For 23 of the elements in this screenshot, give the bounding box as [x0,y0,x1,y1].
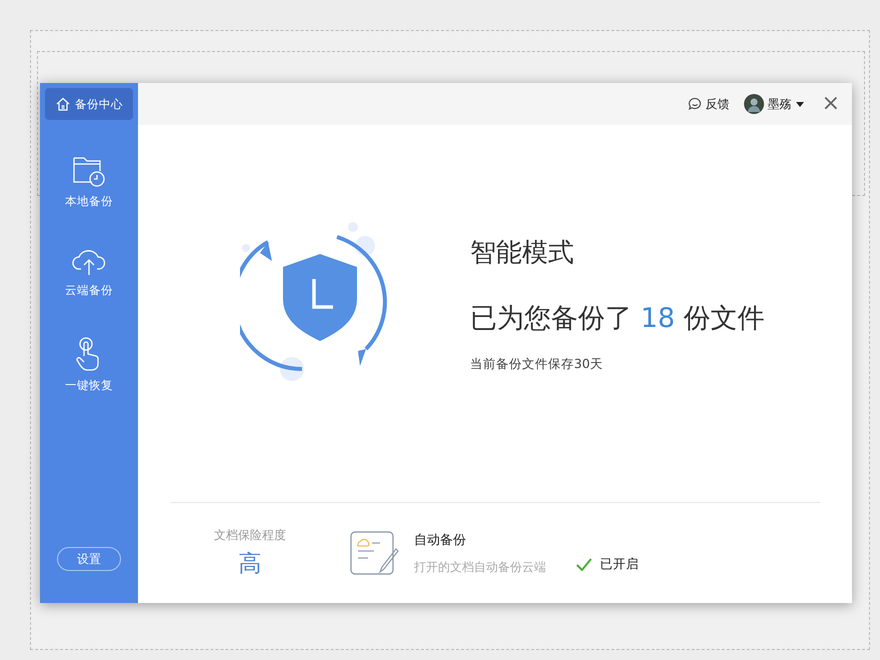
backup-center-tab[interactable]: 备份中心 [45,88,133,120]
sidebar-item[interactable]: 本地备份 [49,152,129,213]
mode-title: 智能模式 [470,236,575,270]
speech-bubble-icon [688,97,702,111]
retention-note: 当前备份文件保存30天 [470,356,604,372]
folder-clock-icon [72,156,106,188]
caret-icon [796,102,804,106]
auto-backup-title: 自动备份 [414,532,467,548]
home-icon [55,96,71,112]
auto-backup-state: 已开启 [600,556,639,572]
settings-button[interactable]: 设置 [57,547,121,571]
protection-level: 高 [238,550,262,579]
sidebar-item[interactable]: 云端备份 [49,243,129,302]
avatar-icon [744,94,764,114]
feedback-button[interactable]: 反馈 [688,96,730,112]
user-menu[interactable]: 墨殇 [744,94,804,114]
backup-summary: 已为您备份了 18 份文件 [470,302,765,336]
cloud-upload-icon [71,247,107,277]
auto-backup-description: 打开的文档自动备份云端 [414,558,546,576]
sidebar-item[interactable]: 一键恢复 [49,332,129,397]
protection-label: 文档保险程度 [214,527,286,544]
document-cloud-pen-icon [350,531,400,575]
close-button[interactable]: × [822,93,840,115]
